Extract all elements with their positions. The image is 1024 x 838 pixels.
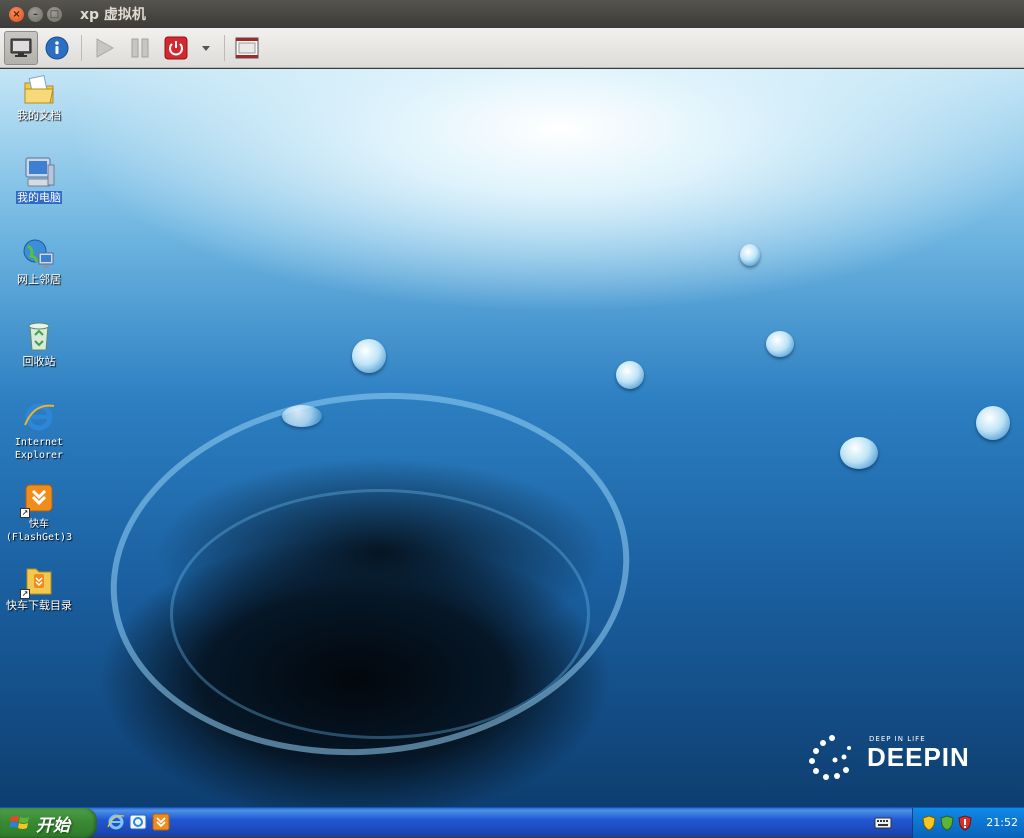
monitor-icon xyxy=(10,38,32,57)
start-label: 开始 xyxy=(36,815,70,836)
desktop-icon-label: 快车下载目录 xyxy=(6,599,72,612)
desktop-icon-download-folder[interactable]: ↗ 快车下载目录 xyxy=(0,563,78,612)
info-icon xyxy=(45,36,69,59)
toolbar-separator xyxy=(224,34,225,61)
desktop-icon-internet-explorer[interactable]: Internet Explorer xyxy=(0,400,78,462)
start-button[interactable]: 开始 xyxy=(0,808,97,838)
desktop-icon-network-places[interactable]: 网上邻居 xyxy=(0,237,78,286)
water-drop xyxy=(766,331,794,357)
fullscreen-button[interactable] xyxy=(230,31,264,65)
deepin-wordmark: DEEPIN xyxy=(867,742,970,772)
desktop-icon-label: 我的文档 xyxy=(17,109,61,122)
quicklaunch-outlook-icon[interactable] xyxy=(129,813,147,831)
shortcut-arrow-icon: ↗ xyxy=(20,589,30,599)
network-shield-icon[interactable] xyxy=(939,815,955,831)
pause-icon xyxy=(131,38,149,57)
water-drop xyxy=(840,437,878,469)
my-computer-icon xyxy=(22,155,56,189)
shortcut-arrow-icon: ↗ xyxy=(20,508,30,518)
water-drop xyxy=(616,361,644,389)
window-minimize-button[interactable]: – xyxy=(28,6,43,22)
keyboard-icon[interactable] xyxy=(874,816,892,830)
window-maximize-button[interactable]: □ xyxy=(47,6,62,22)
wallpaper-splash xyxy=(170,489,590,739)
desktop-icon-my-computer[interactable]: 我的电脑 xyxy=(0,155,78,204)
taskbar: 开始 21:52 xyxy=(0,807,1024,838)
internet-explorer-icon xyxy=(22,400,56,434)
water-drop xyxy=(976,406,1010,440)
windows-logo-icon xyxy=(10,816,29,829)
power-icon xyxy=(164,36,188,59)
water-drop xyxy=(352,339,386,373)
alert-shield-icon[interactable] xyxy=(957,815,973,831)
desktop-icon-my-documents[interactable]: 我的文档 xyxy=(0,73,78,122)
power-menu-button[interactable] xyxy=(195,31,217,65)
desktop-icon-label: 网上邻居 xyxy=(17,273,61,286)
window-close-button[interactable]: × xyxy=(9,6,24,22)
desktop-icon-flashget[interactable]: ↗ 快车 (FlashGet)3 xyxy=(0,482,78,544)
recycle-bin-icon xyxy=(22,319,56,353)
my-documents-icon xyxy=(22,73,56,107)
dropdown-arrow-icon xyxy=(202,45,210,51)
pause-button[interactable] xyxy=(123,31,157,65)
quicklaunch-flashget-icon[interactable] xyxy=(152,813,170,831)
desktop-icon-label: 我的电脑 xyxy=(16,191,62,204)
play-icon xyxy=(96,37,115,58)
toolbar-separator xyxy=(81,34,82,61)
desktop-icon-recycle-bin[interactable]: 回收站 xyxy=(0,319,78,368)
power-button[interactable] xyxy=(159,31,193,65)
desktop-icon-label: 回收站 xyxy=(22,355,56,368)
info-button[interactable] xyxy=(40,31,74,65)
tray-clock: 21:52 xyxy=(986,816,1018,829)
vm-toolbar xyxy=(0,28,1024,68)
water-drop xyxy=(740,244,760,266)
window-title: xp 虚拟机 xyxy=(80,7,146,23)
system-tray: 21:52 xyxy=(912,808,1024,838)
water-drop xyxy=(282,405,322,427)
deepin-swirl-icon xyxy=(809,735,851,780)
quicklaunch-ie-icon[interactable] xyxy=(107,813,125,831)
display-button[interactable] xyxy=(4,30,38,65)
fullscreen-icon xyxy=(235,37,259,58)
deepin-logo: DEEP IN LIFE DEEPIN xyxy=(800,732,1000,792)
desktop-icon-label: Internet Explorer xyxy=(14,437,64,461)
download-folder-icon: ↗ xyxy=(20,563,56,599)
window-titlebar: × – □ xp 虚拟机 xyxy=(0,0,1024,28)
security-shield-icon[interactable] xyxy=(921,815,937,831)
flashget-icon: ↗ xyxy=(20,482,56,518)
desktop-icon-label: 快车 (FlashGet)3 xyxy=(5,519,73,543)
play-button[interactable] xyxy=(87,31,121,65)
network-places-icon xyxy=(22,237,56,271)
xp-desktop: 我的文档 我的电脑 网上邻居 回收站 Internet Explorer ↗ 快… xyxy=(0,69,1024,807)
